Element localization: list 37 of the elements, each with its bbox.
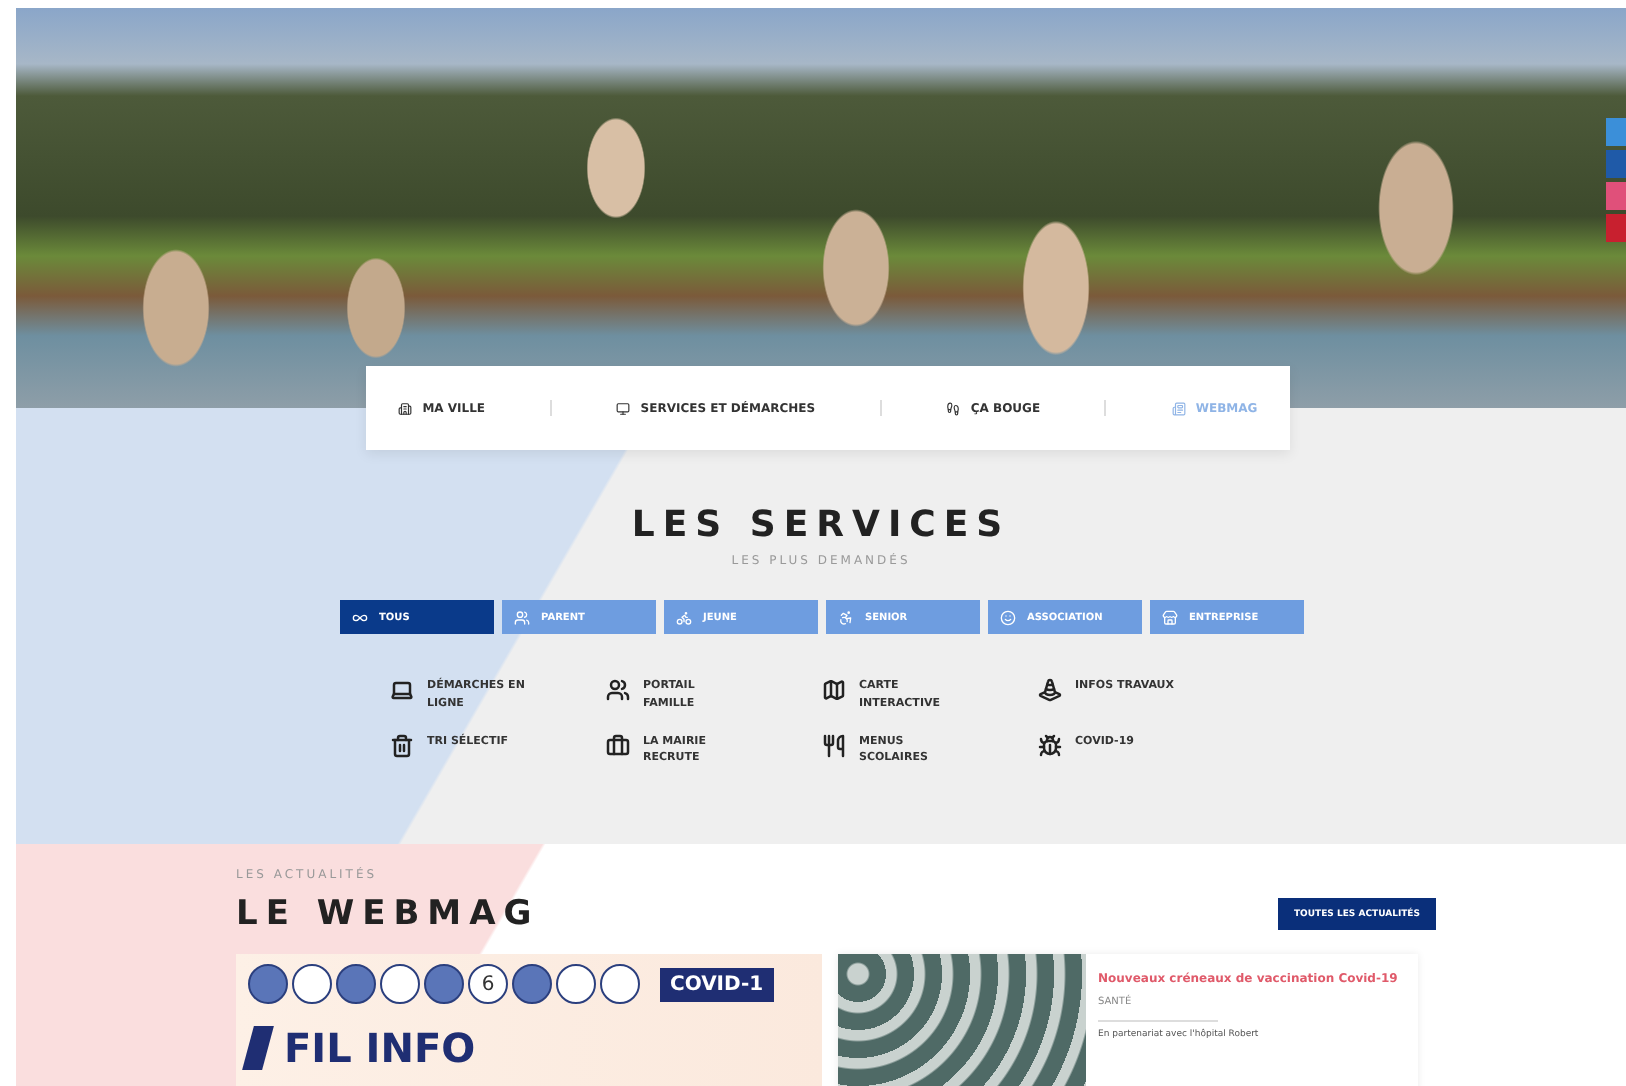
smiley-icon [999,609,1015,625]
map-icon [821,678,845,702]
monitor-icon [616,401,631,415]
slash-icon [242,1026,274,1070]
social-link[interactable] [1606,182,1626,210]
bug-icon [1037,733,1061,758]
covid-badge: COVID-1 [660,967,774,1001]
pictogram-icon [600,964,640,1004]
pictogram-number: 6 [468,964,508,1004]
trash-icon [389,733,413,758]
traffic-cone-icon [1037,678,1061,702]
pictogram-icon [292,964,332,1004]
pictogram-icon [512,964,552,1004]
pictogram-icon [248,964,288,1004]
laptop-icon [389,678,413,702]
social-link[interactable] [1606,214,1626,242]
pictogram-icon [336,964,376,1004]
social-link[interactable] [1606,150,1626,178]
section-title: LE WEBMAG [236,894,540,934]
building-icon [398,401,413,415]
pictogram-icon [424,964,464,1004]
newspaper-icon [1171,401,1186,415]
footprints-icon [946,401,961,415]
social-link[interactable] [1606,118,1626,146]
feature-headline: FIL INFO [284,1024,476,1072]
people-icon [513,609,529,625]
infinity-icon [351,609,367,625]
people-icon [605,678,629,702]
pictogram-icon [556,964,596,1004]
section-title: LES SERVICES [631,504,1011,546]
bicycle-icon [675,609,691,625]
cutlery-icon [821,733,845,758]
shop-icon [1161,609,1177,625]
briefcase-icon [605,733,629,758]
wheelchair-icon [837,609,853,625]
pictogram-icon [380,964,420,1004]
feature-card[interactable]: 6 COVID-1 FIL INFO [236,954,822,1086]
